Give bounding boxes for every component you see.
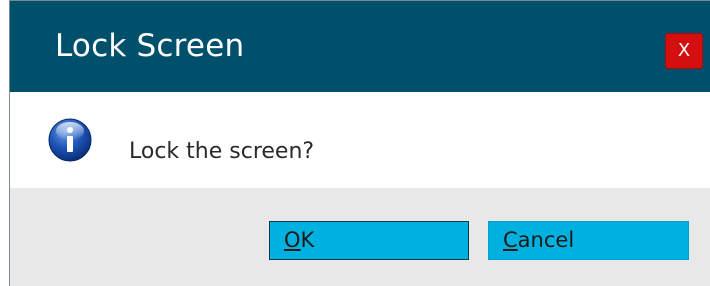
dialog-content: Lock the screen? bbox=[10, 92, 710, 188]
title-bar: Lock Screen X bbox=[10, 1, 710, 92]
button-bar: OK Cancel bbox=[10, 188, 710, 286]
close-icon: X bbox=[677, 40, 691, 61]
ok-button[interactable]: OK bbox=[269, 221, 469, 260]
dialog-title: Lock Screen bbox=[55, 28, 245, 64]
close-button[interactable]: X bbox=[665, 33, 703, 69]
ok-button-accelerator: O bbox=[284, 228, 301, 252]
info-icon bbox=[48, 118, 92, 162]
message-text: Lock the screen? bbox=[129, 139, 315, 164]
ok-button-label: K bbox=[300, 228, 315, 252]
cancel-button[interactable]: Cancel bbox=[488, 221, 689, 260]
cancel-button-label: ancel bbox=[517, 228, 575, 252]
cancel-button-accelerator: C bbox=[503, 228, 518, 252]
